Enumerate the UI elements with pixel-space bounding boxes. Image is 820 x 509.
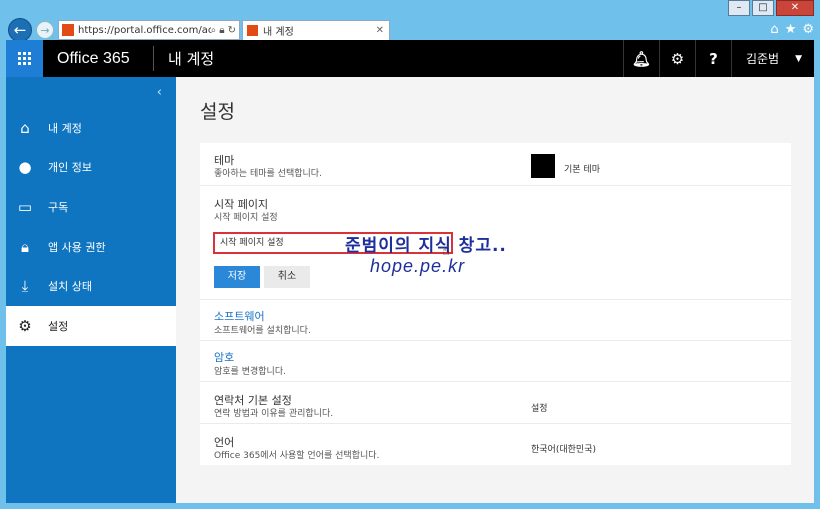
sidebar: ‹ ⌂ 내 계정 ● 개인 정보 ▭ 구독 🔒︎ 앱 사용 권한 ⤓ 설치 상태… [6, 77, 176, 503]
waffle-icon [18, 52, 31, 65]
user-menu[interactable]: 김준범 ▼ [730, 40, 814, 77]
notifications-button[interactable]: 🔔︎ [622, 40, 659, 77]
home-icon[interactable]: ⌂ [770, 22, 778, 37]
sidebar-nav: ⌂ 내 계정 ● 개인 정보 ▭ 구독 🔒︎ 앱 사용 권한 ⤓ 설치 상태 ⚙… [6, 108, 176, 346]
bell-icon: 🔔︎ [631, 49, 651, 68]
theme-desc: 좋아하는 테마를 선택합니다. [214, 169, 322, 179]
language-row[interactable]: 언어 Office 365에서 사용할 언어를 선택합니다. 한국어(대한민국) [200, 424, 791, 465]
theme-value: 기본 테마 [564, 165, 600, 175]
help-button[interactable]: ? [694, 40, 731, 77]
forward-arrow-icon[interactable]: → [36, 21, 54, 39]
app-name: 내 계정 [168, 50, 215, 68]
contact-desc: 연락 방법과 이유를 관리합니다. [214, 409, 334, 419]
sidebar-item-label: 설정 [48, 319, 69, 333]
home-icon: ⌂ [20, 118, 30, 137]
maximize-button[interactable]: □ [752, 0, 774, 16]
cancel-button[interactable]: 취소 [264, 266, 310, 288]
software-row[interactable]: 소프트웨어 소프트웨어를 설치합니다. [200, 300, 791, 341]
app-launcher-button[interactable] [6, 40, 43, 77]
settings-button[interactable]: ⚙ [658, 40, 695, 77]
download-icon: ⤓ [21, 277, 29, 296]
tab-title: 내 계정 [263, 27, 294, 38]
start-page-desc: 시작 페이지 설정 [214, 213, 278, 223]
office-favicon-icon [247, 25, 258, 36]
address-url[interactable]: https://portal.office.com/acc [78, 25, 211, 36]
chevron-down-icon: ▼ [795, 53, 802, 64]
sidebar-item-my-account[interactable]: ⌂ 내 계정 [6, 108, 176, 148]
sidebar-item-label: 설치 상태 [48, 280, 92, 294]
page-title: 설정 [200, 101, 235, 123]
office-favicon-icon [62, 24, 74, 36]
search-icon[interactable]: ⌕ [211, 25, 217, 36]
password-link[interactable]: 암호 [214, 349, 234, 365]
sidebar-item-settings[interactable]: ⚙ 설정 [6, 305, 176, 346]
browser-toolbar: ⌂ ★ ⚙ [770, 22, 814, 37]
sidebar-item-label: 개인 정보 [48, 161, 92, 175]
help-icon: ? [709, 49, 718, 68]
lock-icon: 🔒︎ [219, 24, 225, 36]
suite-header: Office 365 내 계정 🔔︎ ⚙ ? 김준범 ▼ [6, 40, 814, 77]
back-arrow-icon[interactable]: ← [8, 18, 32, 42]
gear-icon: ⚙ [18, 316, 32, 335]
gear-icon[interactable]: ⚙ [802, 22, 814, 37]
brand-label[interactable]: Office 365 [57, 50, 153, 68]
settings-panel: 테마 좋아하는 테마를 선택합니다. 기본 테마 시작 페이지 시작 페이지 설… [200, 143, 791, 465]
language-desc: Office 365에서 사용할 언어를 선택합니다. [214, 451, 380, 461]
software-desc: 소프트웨어를 설치합니다. [214, 326, 311, 336]
sidebar-item-app-permissions[interactable]: 🔒︎ 앱 사용 권한 [6, 227, 176, 267]
software-link[interactable]: 소프트웨어 [214, 308, 265, 324]
browser-tab[interactable]: 내 계정 ✕ [242, 20, 390, 40]
sidebar-item-label: 앱 사용 권한 [48, 240, 106, 254]
star-icon[interactable]: ★ [785, 22, 797, 37]
password-desc: 암호를 변경합니다. [214, 367, 286, 377]
watermark-url: hope.pe.kr [370, 256, 466, 276]
sidebar-item-label: 내 계정 [48, 121, 82, 135]
sidebar-item-label: 구독 [48, 200, 69, 214]
language-value: 한국어(대한민국) [531, 445, 596, 455]
header-divider [153, 46, 154, 71]
close-button[interactable]: ✕ [776, 0, 814, 16]
user-name: 김준범 [745, 52, 780, 66]
tab-close-icon[interactable]: ✕ [376, 25, 384, 36]
collapse-chevron-icon[interactable]: ‹ [157, 85, 162, 100]
window-buttons: – □ ✕ [728, 0, 814, 16]
gear-icon: ⚙ [670, 49, 685, 68]
address-bar[interactable]: https://portal.office.com/acc ⌕ 🔒︎ ↻ [58, 20, 240, 40]
lock-icon: 🔒︎ [21, 237, 29, 256]
contact-value: 설정 [531, 404, 548, 414]
contact-row[interactable]: 연락처 기본 설정 연락 방법과 이유를 관리합니다. 설정 [200, 382, 791, 424]
person-icon: ● [18, 158, 32, 177]
sidebar-item-personal-info[interactable]: ● 개인 정보 [6, 148, 176, 188]
minimize-button[interactable]: – [728, 0, 750, 16]
refresh-icon[interactable]: ↻ [228, 25, 236, 36]
theme-swatch[interactable] [531, 154, 555, 178]
save-button[interactable]: 저장 [214, 266, 260, 288]
browser-chrome: – □ ✕ ← → https://portal.office.com/acc … [0, 0, 820, 42]
sidebar-item-subscriptions[interactable]: ▭ 구독 [6, 187, 176, 227]
sidebar-item-install-status[interactable]: ⤓ 설치 상태 [6, 266, 176, 306]
hand-cursor-icon: ☝ [442, 244, 450, 259]
card-icon: ▭ [17, 197, 33, 216]
main-content: 설정 테마 좋아하는 테마를 선택합니다. 기본 테마 시작 페이지 시작 페이… [176, 77, 814, 503]
watermark-text: 준범이의 지식 창고.. [345, 236, 507, 256]
theme-row[interactable]: 테마 좋아하는 테마를 선택합니다. 기본 테마 [200, 143, 791, 186]
password-row[interactable]: 암호 암호를 변경합니다. [200, 341, 791, 382]
